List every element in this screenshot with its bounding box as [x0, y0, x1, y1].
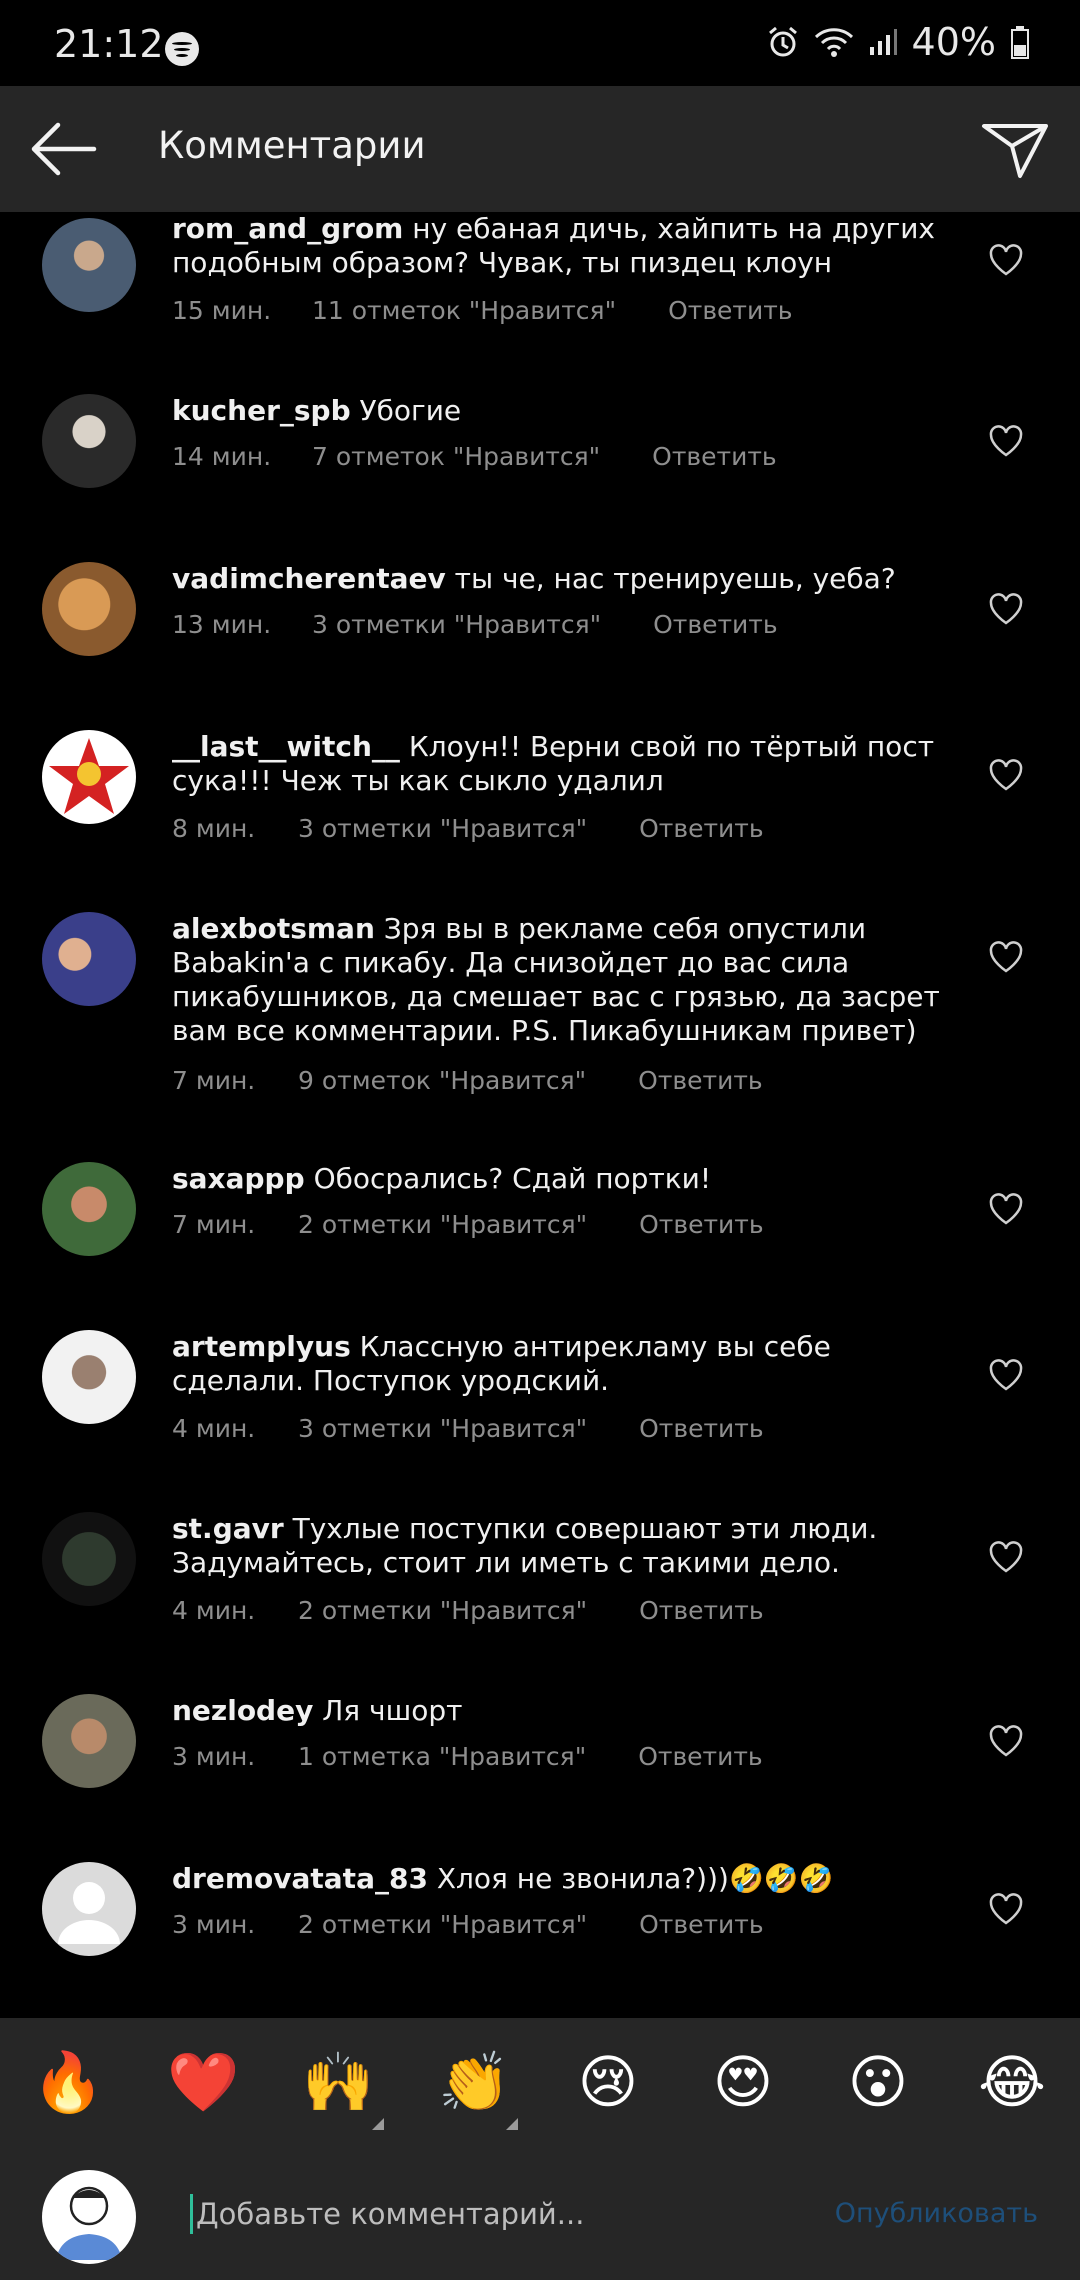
comment-input[interactable] — [194, 2190, 758, 2238]
raised-hands-emoji-button[interactable]: 🙌 — [302, 2046, 374, 2118]
battery-icon — [1010, 25, 1030, 59]
heart-emoji-button[interactable]: ❤️ — [167, 2046, 239, 2118]
heart-icon[interactable] — [988, 1892, 1024, 1926]
comment-time: 4 мин. — [172, 1414, 256, 1443]
comment-username[interactable]: vadimcherentaev — [172, 562, 446, 595]
comment-text: Ля чшорт — [322, 1694, 463, 1727]
comment-time: 14 мин. — [172, 442, 272, 471]
signal-icon — [868, 27, 898, 57]
comment-likes[interactable]: 3 отметки "Нравится" — [312, 610, 601, 639]
reply-button[interactable]: Ответить — [639, 1910, 763, 1939]
wifi-icon — [814, 26, 854, 58]
heart-icon[interactable] — [988, 758, 1024, 792]
avatar[interactable] — [42, 912, 136, 1006]
avatar[interactable] — [42, 730, 136, 824]
crying-emoji-button[interactable]: 😢 — [572, 2046, 644, 2118]
comment-text: Убогие — [359, 394, 462, 427]
comment-likes[interactable]: 7 отметок "Нравится" — [312, 442, 600, 471]
status-bar: 21:12 40% — [0, 0, 1080, 86]
emoji-bar: 🔥 ❤️ 🙌 👏 😢 😍 😮 😂 — [0, 2018, 1080, 2150]
comment-likes[interactable]: 2 отметки "Нравится" — [298, 1210, 587, 1239]
avatar[interactable] — [42, 1694, 136, 1788]
comment-likes[interactable]: 11 отметок "Нравится" — [312, 296, 616, 325]
reply-button[interactable]: Ответить — [639, 1596, 763, 1625]
reply-button[interactable]: Ответить — [638, 1742, 762, 1771]
comment-text: Обосрались? Сдай портки! — [313, 1162, 712, 1195]
comment-text: Хлоя не звонила?)))🤣🤣🤣 — [436, 1862, 834, 1895]
comment-likes[interactable]: 3 отметки "Нравится" — [298, 1414, 587, 1443]
comment-time: 4 мин. — [172, 1596, 256, 1625]
surprised-emoji-button[interactable]: 😮 — [842, 2046, 914, 2118]
my-avatar — [42, 2170, 136, 2264]
heart-icon[interactable] — [988, 592, 1024, 626]
alarm-icon — [766, 25, 800, 59]
comment-time: 7 мин. — [172, 1210, 256, 1239]
heart-icon[interactable] — [988, 424, 1024, 458]
spotify-icon — [165, 32, 199, 66]
comment-username[interactable]: dremovatata_83 — [172, 1862, 428, 1895]
avatar[interactable] — [42, 218, 136, 312]
reply-button[interactable]: Ответить — [639, 814, 763, 843]
comment-username[interactable]: __last__witch__ — [172, 730, 400, 763]
cartoon-avatar-icon — [56, 2186, 122, 2260]
comment-username[interactable]: nezlodey — [172, 1694, 313, 1727]
publish-button[interactable]: Опубликовать — [835, 2198, 1038, 2229]
status-time: 21:12 — [54, 22, 164, 66]
comment-username[interactable]: alexbotsman — [172, 912, 375, 945]
comment-time: 3 мин. — [172, 1742, 256, 1771]
avatar[interactable] — [42, 1330, 136, 1424]
back-button[interactable] — [28, 116, 98, 182]
comment-username[interactable]: artemplyus — [172, 1330, 351, 1363]
text-cursor — [190, 2194, 193, 2234]
comment-username[interactable]: saxappp — [172, 1162, 305, 1195]
comment-composer: Опубликовать — [0, 2150, 1080, 2280]
avatar[interactable] — [42, 1162, 136, 1256]
comment-likes[interactable]: 2 отметки "Нравится" — [298, 1910, 587, 1939]
comment-time: 3 мин. — [172, 1910, 256, 1939]
avatar[interactable] — [42, 394, 136, 488]
heart-icon[interactable] — [988, 1540, 1024, 1574]
arrow-left-icon — [31, 122, 97, 176]
header: Комментарии — [0, 86, 1080, 212]
heart-icon[interactable] — [988, 940, 1024, 974]
battery-percent: 40% — [911, 20, 996, 64]
avatar[interactable] — [42, 1512, 136, 1606]
comment-time: 13 мин. — [172, 610, 272, 639]
send-button[interactable] — [980, 112, 1050, 182]
reply-button[interactable]: Ответить — [668, 296, 792, 325]
heart-icon[interactable] — [988, 1192, 1024, 1226]
star-badge-icon — [49, 738, 129, 814]
paper-plane-icon — [982, 124, 1048, 178]
comment-time: 15 мин. — [172, 296, 272, 325]
comment-username[interactable]: st.gavr — [172, 1512, 284, 1545]
clapping-emoji-button[interactable]: 👏 — [438, 2046, 510, 2118]
reply-button[interactable]: Ответить — [652, 442, 776, 471]
comment-time: 7 мин. — [172, 1066, 256, 1095]
avatar[interactable] — [42, 562, 136, 656]
heart-icon[interactable] — [988, 1358, 1024, 1392]
comment-likes[interactable]: 2 отметки "Нравится" — [298, 1596, 587, 1625]
heart-icon[interactable] — [988, 243, 1024, 277]
fire-emoji-button[interactable]: 🔥 — [32, 2046, 104, 2118]
comment-time: 8 мин. — [172, 814, 256, 843]
page-title: Комментарии — [158, 124, 426, 167]
reply-button[interactable]: Ответить — [639, 1414, 763, 1443]
avatar[interactable] — [42, 1862, 136, 1956]
reply-button[interactable]: Ответить — [638, 1066, 762, 1095]
heart-eyes-emoji-button[interactable]: 😍 — [707, 2046, 779, 2118]
tears-of-joy-emoji-button[interactable]: 😂 — [976, 2046, 1048, 2118]
reply-button[interactable]: Ответить — [653, 610, 777, 639]
heart-icon[interactable] — [988, 1724, 1024, 1758]
comment-likes[interactable]: 9 отметок "Нравится" — [298, 1066, 586, 1095]
comment-likes[interactable]: 3 отметки "Нравится" — [298, 814, 587, 843]
comment-username[interactable]: kucher_spb — [172, 394, 351, 427]
skin-tone-indicator — [506, 2118, 518, 2130]
comments-list[interactable]: rom_and_grom ну ебаная дичь, хайпить на … — [0, 212, 1080, 2018]
skin-tone-indicator — [372, 2118, 384, 2130]
comment-text: ты че, нас тренируешь, уеба? — [454, 562, 896, 595]
comment-username[interactable]: rom_and_grom — [172, 212, 403, 245]
default-avatar-icon — [58, 1882, 120, 1944]
comment-likes[interactable]: 1 отметка "Нравится" — [298, 1742, 586, 1771]
reply-button[interactable]: Ответить — [639, 1210, 763, 1239]
